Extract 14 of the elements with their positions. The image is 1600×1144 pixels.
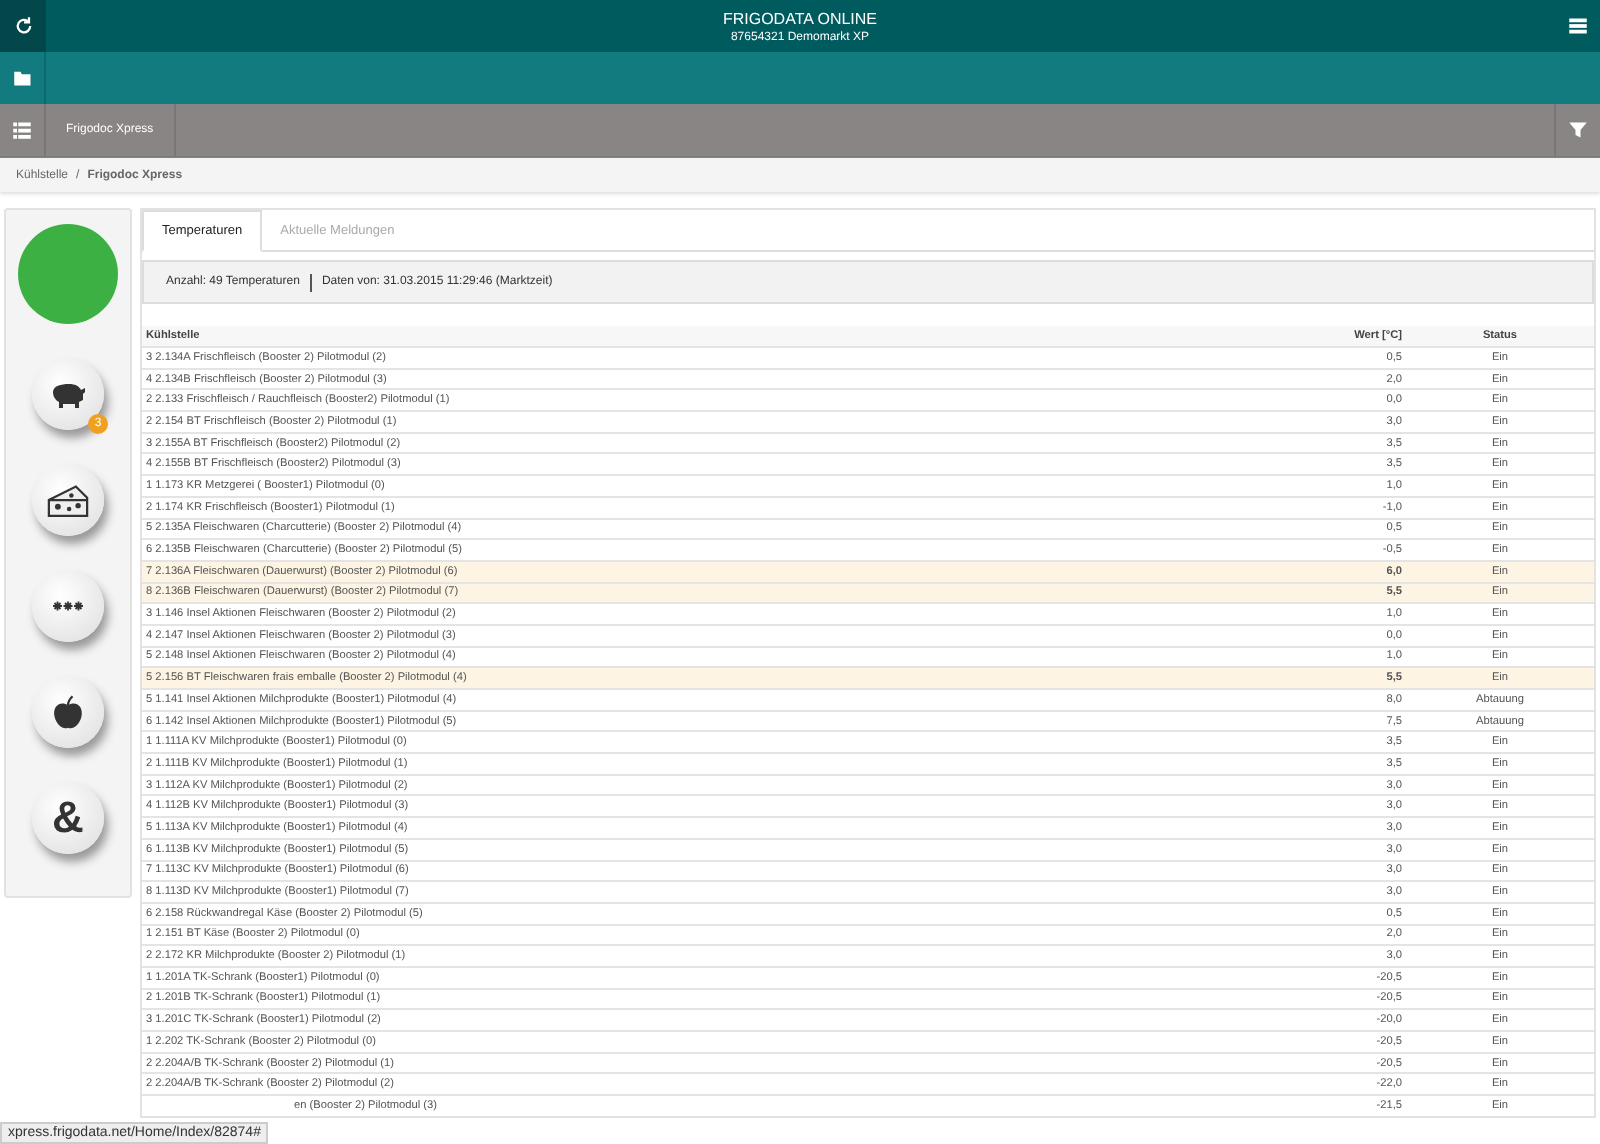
- filter-icon: [1568, 120, 1588, 140]
- category-button[interactable]: [32, 570, 104, 642]
- refresh-icon: [13, 16, 33, 36]
- list-icon: [12, 120, 32, 140]
- folder-icon: [11, 68, 33, 88]
- refresh-button[interactable]: [0, 0, 46, 52]
- app-title: FRIGODATA ONLINE: [722, 9, 878, 27]
- menu-icon: [1567, 16, 1587, 36]
- category-button[interactable]: &: [32, 782, 104, 854]
- category-button[interactable]: [32, 464, 104, 536]
- ampersand-label: &: [52, 792, 84, 844]
- category-button[interactable]: [32, 676, 104, 748]
- cheese-icon: [46, 482, 90, 518]
- apple-icon: [50, 694, 86, 730]
